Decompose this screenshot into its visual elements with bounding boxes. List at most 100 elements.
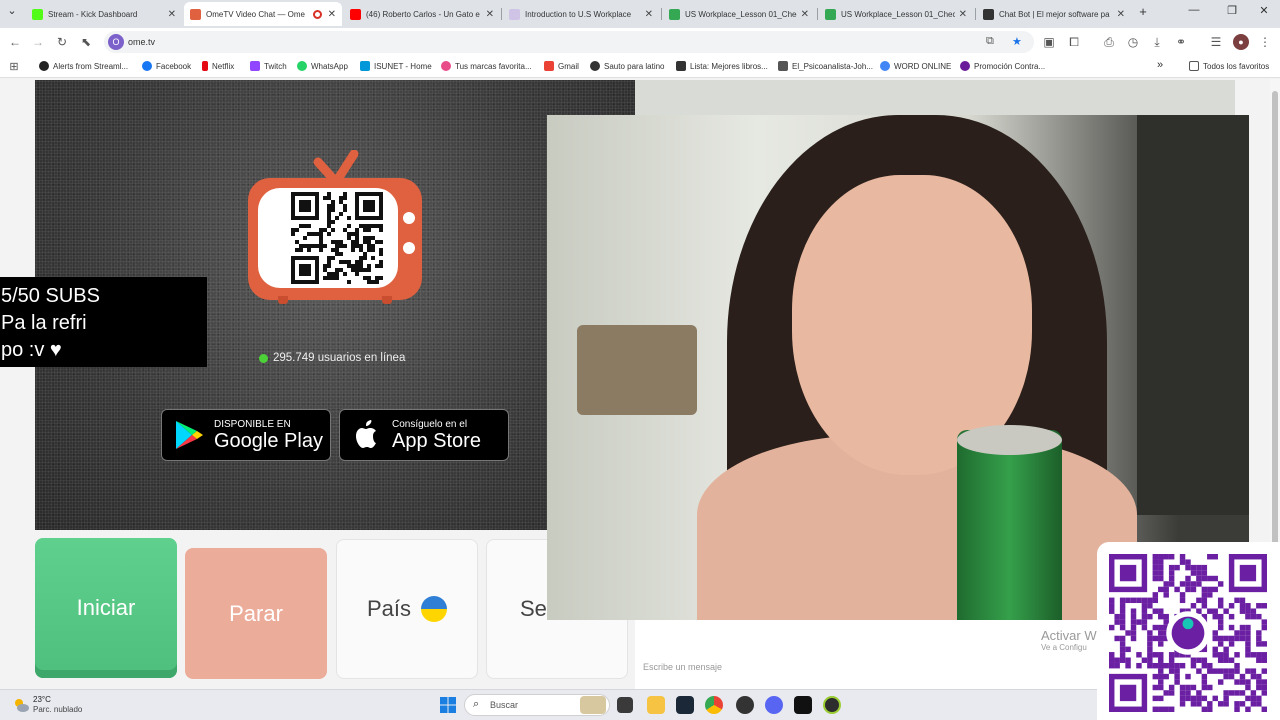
task-view-icon[interactable] bbox=[617, 697, 633, 713]
close-tab-icon[interactable]: ✕ bbox=[1117, 9, 1125, 20]
link-icon[interactable]: ⚭ bbox=[1173, 34, 1189, 50]
bookmark-item[interactable]: Gmail bbox=[544, 61, 579, 71]
chatbot-favicon-icon bbox=[983, 8, 994, 20]
tab-lesson-2[interactable]: US Workplace_Lesson 01_Chec ✕ bbox=[819, 2, 973, 26]
tv-leg bbox=[278, 296, 288, 304]
install-app-icon[interactable]: ⧉ bbox=[986, 35, 994, 48]
bookmark-label: Lista: Mejores libros... bbox=[690, 61, 768, 71]
soda-can bbox=[957, 430, 1062, 620]
file-explorer-icon[interactable] bbox=[647, 696, 665, 714]
tab-search-icon[interactable]: ⌄ bbox=[2, 4, 22, 17]
restore-button[interactable]: ❐ bbox=[1222, 4, 1242, 17]
app-icon[interactable] bbox=[794, 696, 812, 714]
tab-kick-dashboard[interactable]: Stream - Kick Dashboard ✕ bbox=[26, 2, 182, 26]
online-count: 295.749 usuarios en línea bbox=[273, 352, 406, 364]
history-icon[interactable]: ◷ bbox=[1125, 34, 1141, 50]
url-text[interactable]: ome.tv bbox=[128, 37, 155, 47]
chat-message-input[interactable]: Escribe un mensaje bbox=[643, 662, 722, 672]
site-info-icon[interactable]: O bbox=[108, 34, 124, 50]
widgets-image-icon[interactable] bbox=[580, 696, 606, 714]
country-label: País bbox=[366, 596, 412, 621]
bookmark-item[interactable]: WhatsApp bbox=[297, 61, 348, 71]
close-tab-icon[interactable]: ✕ bbox=[328, 9, 336, 20]
bookmark-item[interactable]: Alerts from Streaml... bbox=[39, 61, 128, 71]
obs-icon[interactable] bbox=[736, 696, 754, 714]
tab-separator bbox=[661, 8, 662, 20]
tv-knob-icon bbox=[403, 212, 415, 224]
tab-title: US Workplace_Lesson 01_Chec bbox=[685, 9, 797, 19]
address-bar[interactable]: O ome.tv ⧉ ★ bbox=[104, 31, 1034, 53]
apple-icon bbox=[356, 420, 376, 448]
tv-screen bbox=[258, 188, 398, 288]
bookmark-item[interactable]: Twitch bbox=[250, 61, 287, 71]
start-button[interactable]: Iniciar bbox=[35, 538, 177, 678]
weather-partly-cloudy-icon[interactable] bbox=[12, 696, 30, 714]
bookmark-item[interactable]: El_Psicoanalista-Joh... bbox=[778, 61, 873, 71]
extension-icon[interactable]: ▣ bbox=[1041, 34, 1057, 50]
close-tab-icon[interactable]: ✕ bbox=[168, 9, 176, 20]
app-store-small-text: Consíguelo en el bbox=[392, 418, 468, 430]
bookmark-item[interactable]: Tus marcas favorita... bbox=[441, 61, 532, 71]
minimize-button[interactable]: — bbox=[1184, 4, 1204, 16]
more-bookmarks-icon[interactable]: » bbox=[1157, 59, 1163, 71]
bookmark-star-icon[interactable]: ★ bbox=[1012, 35, 1022, 48]
windows-start-icon[interactable] bbox=[440, 697, 456, 713]
tab-chatbot[interactable]: Chat Bot | El mejor software pa ✕ bbox=[977, 2, 1131, 26]
weather-description: Parc. nublado bbox=[33, 705, 83, 714]
country-button[interactable]: País bbox=[336, 539, 478, 679]
tab-title: OmeTV Video Chat — Ome bbox=[206, 9, 305, 19]
search-label: Buscar bbox=[490, 700, 519, 710]
bookmark-item[interactable]: ISUNET - Home bbox=[360, 61, 432, 71]
reload-icon[interactable]: ↻ bbox=[54, 34, 70, 50]
profile-avatar-icon[interactable]: ● bbox=[1233, 34, 1249, 50]
recording-icon bbox=[312, 9, 322, 19]
discord-icon[interactable] bbox=[765, 696, 783, 714]
bookmark-item[interactable]: Netflix bbox=[202, 61, 234, 71]
all-bookmarks-folder[interactable]: Todos los favoritos bbox=[1189, 61, 1269, 71]
yape-qr-overlay bbox=[1097, 542, 1280, 720]
google-play-badge[interactable]: DISPONIBLE EN Google Play bbox=[161, 409, 331, 461]
apps-grid-icon[interactable]: ⊞ bbox=[6, 59, 22, 75]
reading-list-icon[interactable]: ☰ bbox=[1208, 34, 1224, 50]
forward-icon[interactable]: → bbox=[30, 34, 46, 50]
mouse-cursor-icon: ⬉ bbox=[80, 35, 92, 49]
steam-icon[interactable] bbox=[676, 696, 694, 714]
drive-favicon-icon bbox=[669, 8, 680, 20]
bookmark-label: Twitch bbox=[264, 61, 287, 71]
tab-lesson-1[interactable]: US Workplace_Lesson 01_Chec ✕ bbox=[663, 2, 815, 26]
back-icon[interactable]: ← bbox=[7, 34, 23, 50]
tab-ometv[interactable]: OmeTV Video Chat — Ome ✕ bbox=[184, 2, 342, 26]
close-window-button[interactable]: ✕ bbox=[1254, 4, 1274, 17]
stop-button[interactable]: Parar bbox=[185, 548, 327, 679]
puzzle-extensions-icon[interactable]: ⧠ bbox=[1066, 34, 1082, 50]
new-tab-button[interactable]: + bbox=[1133, 4, 1153, 19]
soda-can-top bbox=[957, 425, 1062, 455]
bookmark-item[interactable]: Sauto para latino bbox=[590, 61, 665, 71]
close-tab-icon[interactable]: ✕ bbox=[486, 9, 494, 20]
subs-line-3: po :v ♥ bbox=[1, 339, 62, 361]
page-favicon-icon bbox=[509, 8, 520, 20]
bookmark-item[interactable]: Lista: Mejores libros... bbox=[676, 61, 768, 71]
activate-line-1: Activar W bbox=[1041, 628, 1097, 643]
youtube-favicon-icon bbox=[350, 8, 361, 20]
print-icon[interactable]: ⎙ bbox=[1101, 34, 1117, 50]
close-tab-icon[interactable]: ✕ bbox=[645, 9, 653, 20]
bookmark-item[interactable]: WORD ONLINE bbox=[880, 61, 951, 71]
bookmark-item[interactable]: Facebook bbox=[142, 61, 191, 71]
bookmark-label: Todos los favoritos bbox=[1203, 61, 1270, 71]
tab-youtube[interactable]: (46) Roberto Carlos - Un Gato e ✕ bbox=[344, 2, 500, 26]
close-tab-icon[interactable]: ✕ bbox=[959, 9, 967, 20]
app-store-badge[interactable]: Consíguelo en el App Store bbox=[339, 409, 509, 461]
close-tab-icon[interactable]: ✕ bbox=[801, 9, 809, 20]
chrome-icon[interactable] bbox=[705, 696, 723, 714]
windows-taskbar: 23°C Parc. nublado ⌕ Buscar bbox=[0, 689, 1280, 720]
stream-subs-overlay: 5/50 SUBS Pa la refri po :v ♥ bbox=[0, 277, 207, 367]
app-icon[interactable] bbox=[823, 696, 841, 714]
bookmark-item[interactable]: Promoción Contra... bbox=[960, 61, 1045, 71]
app-store-big-text: App Store bbox=[392, 429, 481, 452]
browser-tab-bar: ⌄ Stream - Kick Dashboard ✕ OmeTV Video … bbox=[0, 0, 1280, 28]
tab-intro-workplace[interactable]: Introduction to U.S Workplace ✕ bbox=[503, 2, 659, 26]
download-icon[interactable]: ⤓ bbox=[1149, 34, 1165, 50]
bookmark-label: Facebook bbox=[156, 61, 192, 71]
menu-icon[interactable]: ⋮ bbox=[1257, 34, 1273, 50]
